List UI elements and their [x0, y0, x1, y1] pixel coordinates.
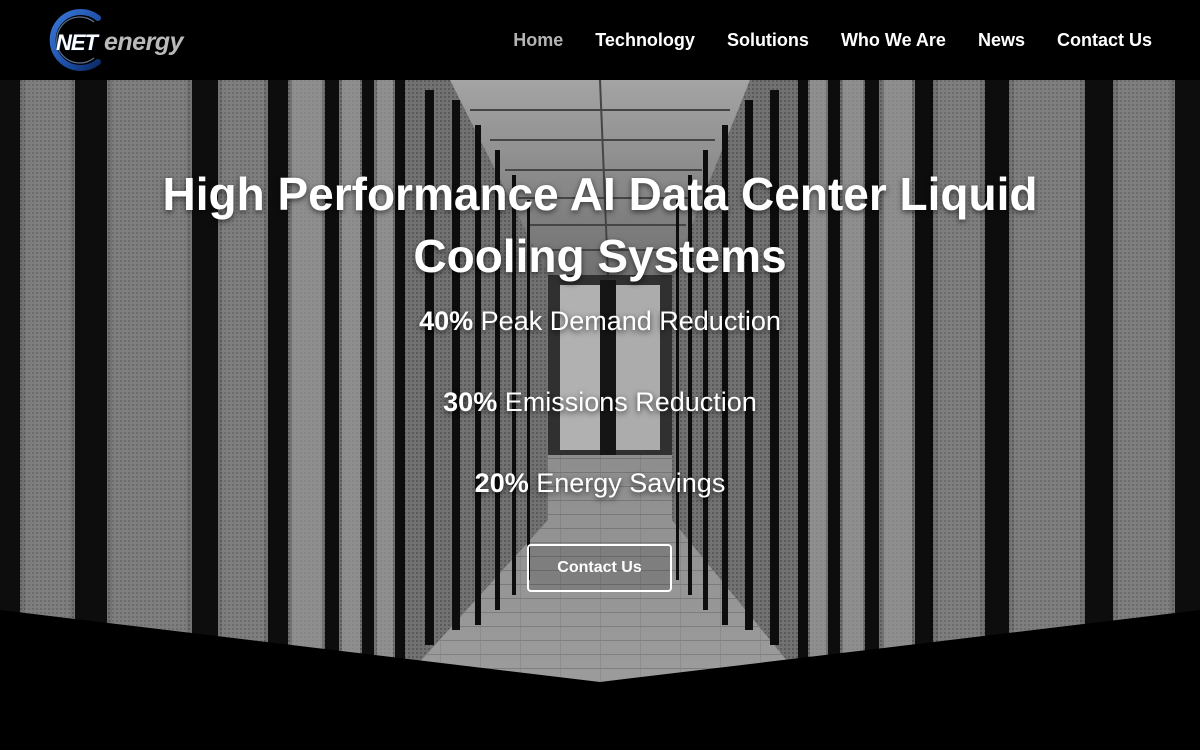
- stat-label: Peak Demand Reduction: [473, 306, 781, 336]
- nav-home[interactable]: Home: [513, 28, 563, 52]
- site-header: NET energy Home Technology Solutions Who…: [0, 0, 1200, 80]
- nav-solutions[interactable]: Solutions: [727, 28, 809, 52]
- stat-label: Energy Savings: [528, 468, 726, 498]
- stat-value: 20%: [474, 468, 529, 498]
- nav-news[interactable]: News: [978, 28, 1025, 52]
- stat-peak-demand: 40% Peak Demand Reduction: [200, 304, 1000, 338]
- logo-energy-text: energy: [104, 28, 183, 56]
- logo-net-text: NET: [56, 30, 98, 55]
- stat-value: 30%: [443, 387, 498, 417]
- nav-contact-us[interactable]: Contact Us: [1057, 28, 1152, 52]
- contact-us-button[interactable]: Contact Us: [527, 544, 672, 592]
- hero-section: High Performance AI Data Center Liquid C…: [0, 80, 1200, 750]
- stat-energy-savings: 20% Energy Savings: [200, 466, 1000, 500]
- netenergy-logo[interactable]: NET energy: [46, 8, 216, 72]
- hero-title: High Performance AI Data Center Liquid C…: [162, 168, 1038, 282]
- main-nav: Home Technology Solutions Who We Are New…: [481, 28, 1152, 52]
- stat-emissions: 30% Emissions Reduction: [200, 385, 1000, 419]
- nav-technology[interactable]: Technology: [595, 28, 695, 52]
- stat-value: 40%: [419, 306, 474, 336]
- nav-who-we-are[interactable]: Who We Are: [841, 28, 946, 52]
- stat-label: Emissions Reduction: [497, 387, 757, 417]
